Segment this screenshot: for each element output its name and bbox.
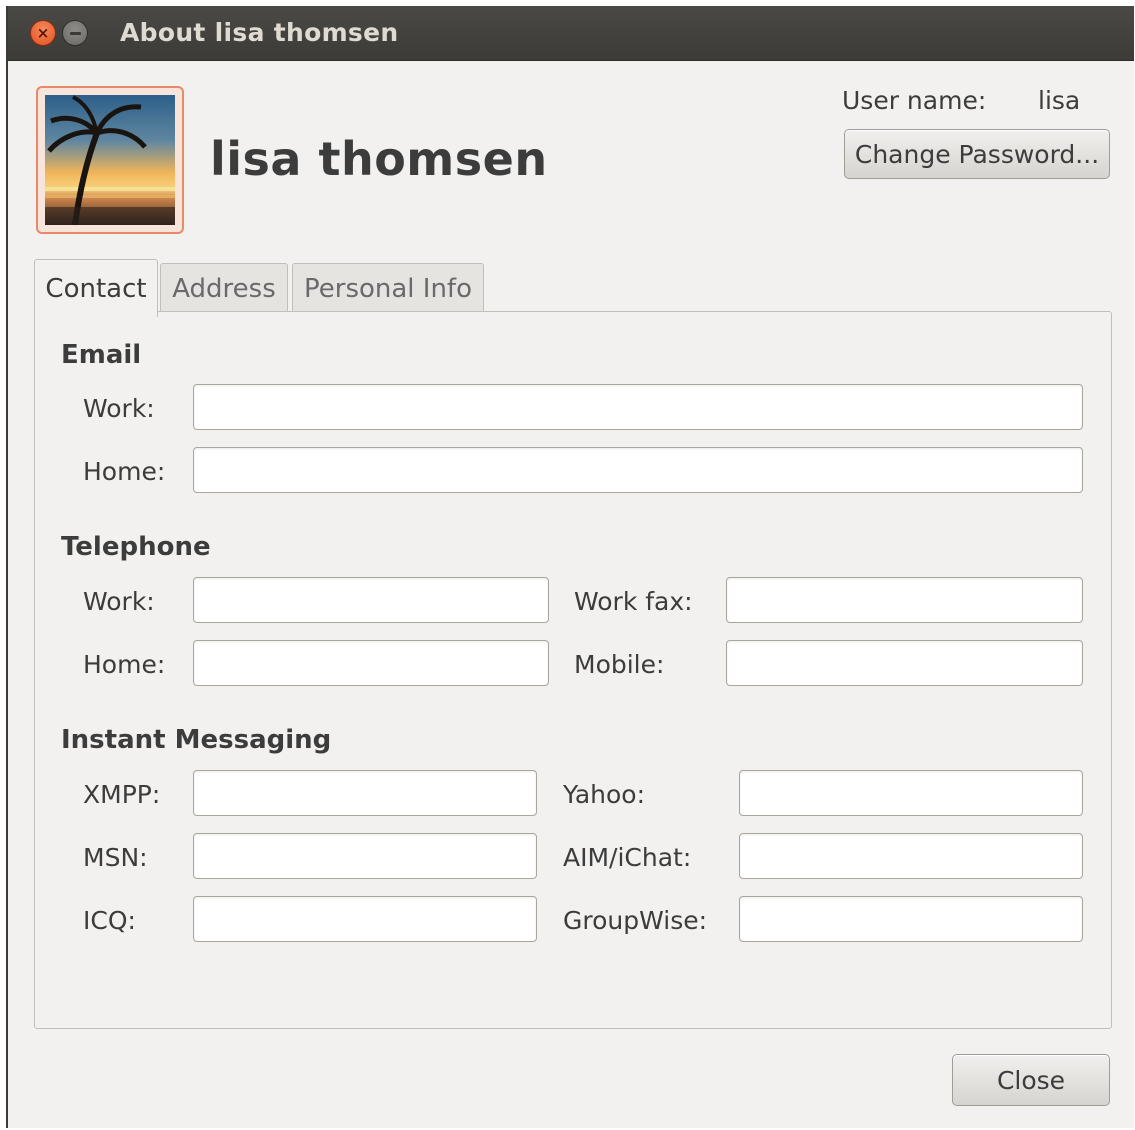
user-name-value: lisa	[1038, 86, 1081, 115]
msn-field[interactable]	[193, 833, 537, 879]
close-button[interactable]: Close	[952, 1054, 1110, 1106]
instant-messaging-heading: Instant Messaging	[61, 725, 332, 755]
yahoo-label: Yahoo:	[563, 780, 646, 809]
about-dialog: × About lisa thomsen lisa thomsen User n…	[6, 6, 1134, 1128]
tab-contact[interactable]: Contact	[34, 259, 158, 317]
phone-work-field[interactable]	[193, 577, 549, 623]
user-name-label: User name:	[842, 86, 987, 115]
avatar-button[interactable]	[36, 86, 184, 234]
aim-ichat-field[interactable]	[739, 833, 1083, 879]
yahoo-field[interactable]	[739, 770, 1083, 816]
email-home-field[interactable]	[193, 447, 1083, 493]
work-fax-label: Work fax:	[574, 587, 693, 616]
xmpp-field[interactable]	[193, 770, 537, 816]
phone-work-label: Work:	[83, 587, 155, 616]
full-name-heading: lisa thomsen	[210, 132, 548, 186]
email-home-label: Home:	[83, 457, 166, 486]
email-heading: Email	[61, 340, 142, 370]
phone-home-label: Home:	[83, 650, 166, 679]
tab-personal-info[interactable]: Personal Info	[292, 263, 484, 313]
change-password-button[interactable]: Change Password...	[844, 129, 1110, 179]
mobile-label: Mobile:	[574, 650, 665, 679]
tab-address[interactable]: Address	[160, 263, 288, 313]
contact-panel: Email Work: Home: Telephone Work: Work f…	[34, 311, 1112, 1029]
phone-home-field[interactable]	[193, 640, 549, 686]
close-icon: ×	[36, 24, 50, 42]
mobile-field[interactable]	[726, 640, 1083, 686]
avatar-image	[45, 95, 175, 225]
icq-field[interactable]	[193, 896, 537, 942]
window-close-button[interactable]: ×	[30, 20, 56, 46]
groupwise-field[interactable]	[739, 896, 1083, 942]
groupwise-label: GroupWise:	[563, 906, 708, 935]
aim-ichat-label: AIM/iChat:	[563, 843, 692, 872]
xmpp-label: XMPP:	[83, 780, 161, 809]
email-work-field[interactable]	[193, 384, 1083, 430]
work-fax-field[interactable]	[726, 577, 1083, 623]
window-title: About lisa thomsen	[120, 18, 399, 47]
email-work-label: Work:	[83, 394, 155, 423]
icq-label: ICQ:	[83, 906, 136, 935]
title-bar[interactable]: × About lisa thomsen	[8, 6, 1134, 61]
msn-label: MSN:	[83, 843, 148, 872]
telephone-heading: Telephone	[61, 532, 211, 562]
window-minimize-button[interactable]	[62, 20, 88, 46]
minimize-icon	[69, 31, 81, 35]
